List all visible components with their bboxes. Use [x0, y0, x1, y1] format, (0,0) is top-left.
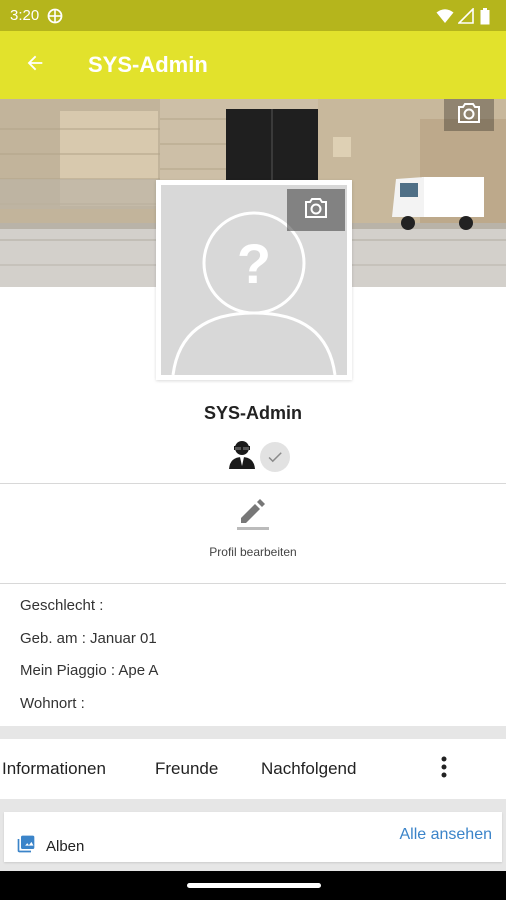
- back-button[interactable]: [0, 31, 70, 99]
- battery-icon: [480, 7, 496, 24]
- albums-header: Alben: [16, 834, 84, 859]
- edit-profile-button[interactable]: Profil bearbeiten: [190, 496, 316, 566]
- pencil-icon: [237, 496, 269, 535]
- view-all-albums-link[interactable]: Alle ansehen: [399, 826, 492, 844]
- status-bar: 3:20: [0, 0, 506, 31]
- wifi-icon: [436, 8, 454, 24]
- tab-informationen[interactable]: Informationen: [2, 759, 106, 779]
- more-options-button[interactable]: [430, 755, 458, 783]
- vpn-globe-icon: [47, 8, 63, 24]
- photo-album-icon: [16, 834, 36, 859]
- profile-tabs: Informationen Freunde Nachfolgend: [0, 739, 506, 799]
- tab-nachfolgend[interactable]: Nachfolgend: [261, 759, 356, 779]
- edit-profile-label: Profil bearbeiten: [209, 545, 297, 559]
- albums-label: Alben: [46, 838, 85, 855]
- app-bar: SYS-Admin: [0, 31, 506, 99]
- avatar-camera-button[interactable]: [287, 189, 345, 231]
- cover-camera-button[interactable]: [444, 99, 494, 131]
- profile-info: Geschlecht : Geb. am : Januar 01 Mein Pi…: [20, 596, 490, 726]
- albums-card: Alben Alle ansehen: [4, 812, 502, 862]
- info-piaggio: Mein Piaggio : Ape A: [20, 662, 159, 679]
- info-residence: Wohnort :: [20, 694, 85, 712]
- admin-agent-icon: [226, 438, 258, 475]
- camera-icon: [457, 102, 481, 129]
- signal-icon: [457, 6, 474, 24]
- arrow-back-icon: [24, 52, 46, 79]
- page-title: SYS-Admin: [88, 52, 208, 77]
- tab-freunde[interactable]: Freunde: [155, 759, 218, 779]
- profile-name: SYS-Admin: [203, 403, 302, 423]
- info-gender: Geschlecht :: [20, 597, 104, 614]
- check-icon: [260, 441, 290, 472]
- divider: [0, 483, 506, 484]
- section-separator: [0, 726, 506, 739]
- home-gesture-handle[interactable]: [187, 883, 321, 888]
- svg-text:?: ?: [237, 232, 271, 295]
- info-birthday: Geb. am : Januar 01: [20, 629, 157, 647]
- status-time: 3:20: [10, 7, 40, 24]
- divider: [0, 583, 506, 584]
- system-nav-bar: [0, 871, 506, 900]
- profile-badges: [226, 438, 290, 475]
- camera-icon: [304, 197, 328, 224]
- more-vert-icon: [441, 756, 447, 783]
